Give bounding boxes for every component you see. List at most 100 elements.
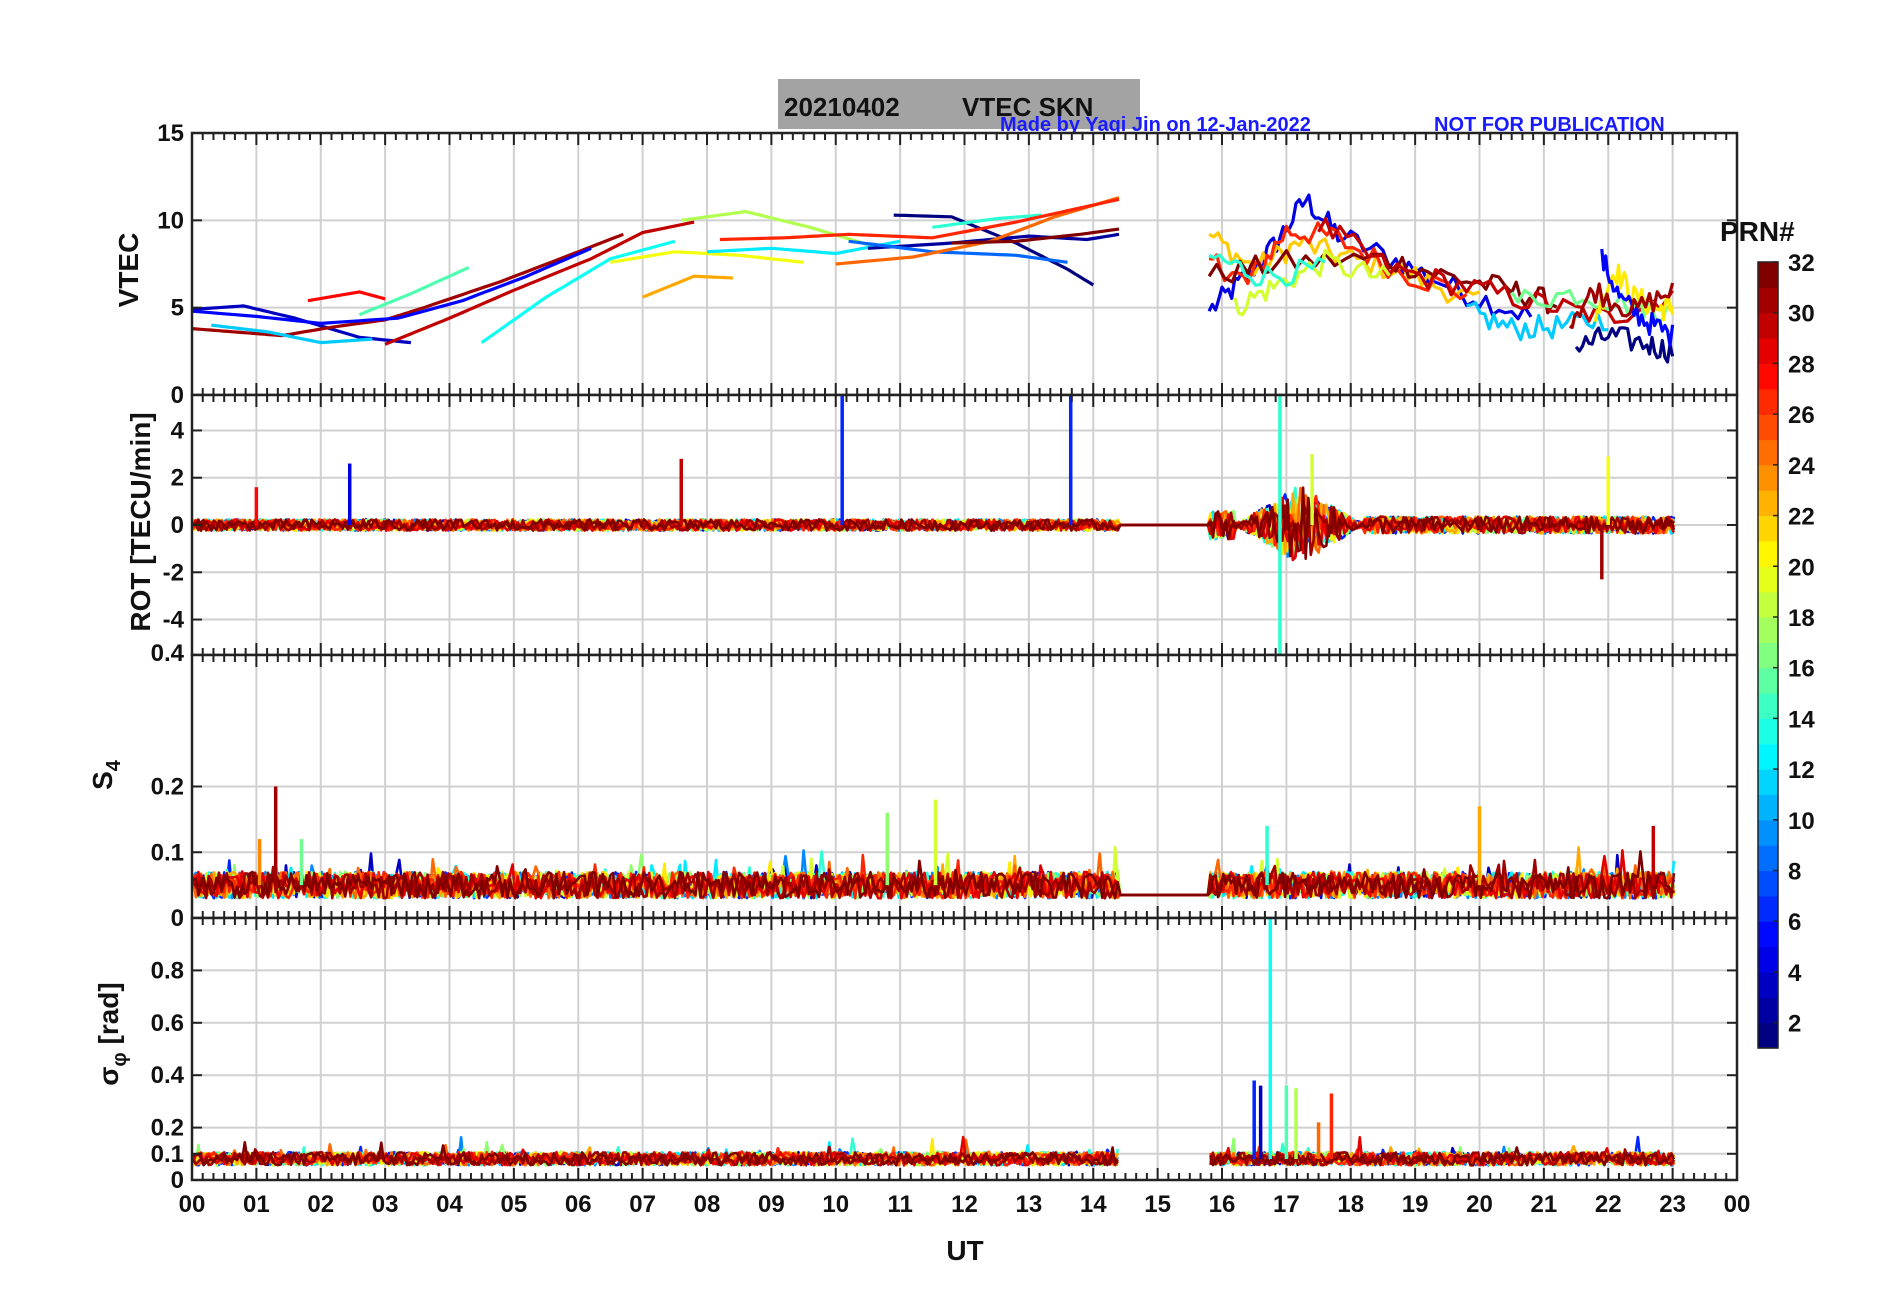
x-tick-label: 07 [629, 1191, 656, 1218]
x-tick-label: 11 [887, 1191, 912, 1218]
x-tick-label: 20 [1466, 1191, 1493, 1218]
colorbar-segment [1758, 464, 1778, 491]
colorbar-label: PRN# [1720, 216, 1795, 247]
colorbar-segment [1758, 743, 1778, 770]
colorbar-tick-label: 28 [1788, 351, 1815, 378]
colorbar-segment [1758, 642, 1778, 669]
colorbar-segment [1758, 921, 1778, 948]
x-tick-label: 18 [1337, 1191, 1364, 1218]
colorbar-segment [1758, 540, 1778, 567]
colorbar-segment [1758, 971, 1778, 998]
colorbar-segment [1758, 1022, 1778, 1049]
x-tick-label: 15 [1144, 1191, 1171, 1218]
ylabel-sigma-phi: σφ [rad] [93, 982, 131, 1085]
title-date: 20210402 [784, 92, 900, 122]
colorbar-segment [1758, 718, 1778, 745]
colorbar-segment [1758, 870, 1778, 897]
x-tick-label: 13 [1016, 1191, 1043, 1218]
colorbar-tick-label: 24 [1788, 453, 1815, 480]
y-tick-label: 10 [157, 207, 184, 234]
ylabel-s4: S4 [87, 759, 125, 790]
colorbar-tick-label: 32 [1788, 250, 1815, 277]
y-tick-label: 0 [171, 382, 184, 409]
colorbar-tick-label: 12 [1788, 757, 1815, 784]
colorbar-segment [1758, 769, 1778, 796]
y-tick-label: 4 [171, 417, 185, 444]
y-tick-label: 0 [171, 1167, 184, 1194]
colorbar-tick-label: 8 [1788, 859, 1801, 886]
colorbar-tick-label: 14 [1788, 706, 1815, 733]
colorbar-tick-label: 22 [1788, 504, 1815, 531]
x-tick-label: 09 [758, 1191, 785, 1218]
colorbar-tick-label: 26 [1788, 402, 1815, 429]
x-tick-label: 21 [1531, 1191, 1558, 1218]
colorbar-segment [1758, 997, 1778, 1024]
x-tick-label: 00 [1724, 1191, 1751, 1218]
y-tick-label: 5 [171, 295, 184, 322]
x-tick-label: 16 [1209, 1191, 1236, 1218]
ylabel-rot: ROT [TECU/min] [125, 412, 156, 631]
colorbar-tick-label: 2 [1788, 1011, 1801, 1038]
x-tick-label: 04 [436, 1191, 463, 1218]
x-tick-label: 00 [179, 1191, 206, 1218]
colorbar-segment [1758, 414, 1778, 441]
colorbar-segment [1758, 667, 1778, 694]
colorbar-tick-label: 4 [1788, 960, 1802, 987]
colorbar-segment [1758, 338, 1778, 365]
y-tick-label: 0.4 [151, 1062, 185, 1089]
y-tick-label: 0.1 [151, 839, 184, 866]
panel-sigma-phi: 00.10.2 0.4 0.6 0.8 [151, 916, 1739, 1194]
ylabel-vtec: VTEC [113, 233, 144, 308]
colorbar-segment [1758, 287, 1778, 314]
x-ticks: 00 01 02 03 04 05 06 07 08 09 10 11 12 13 14 15 16 17 18 19… [179, 1191, 1751, 1218]
x-tick-label: 02 [307, 1191, 334, 1218]
x-tick-label: 03 [372, 1191, 399, 1218]
y-tick-label: 0.2 [151, 1115, 184, 1142]
y-tick-label: 15 [157, 120, 184, 147]
x-tick-label: 22 [1595, 1191, 1622, 1218]
colorbar-segment [1758, 312, 1778, 339]
x-tick-label: 08 [694, 1191, 721, 1218]
x-tick-label: 17 [1273, 1191, 1300, 1218]
x-tick-label: 10 [822, 1191, 849, 1218]
y-tick-label: 0.6 [151, 1010, 184, 1037]
y-tick-label: 0.8 [151, 957, 184, 984]
figure-canvas: 20210402 VTEC SKN Made by Yaqi Jin on 12… [87, 79, 1815, 1266]
colorbar-tick-label: 10 [1788, 808, 1815, 835]
colorbar: 2468101214161820222426283032 [1757, 250, 1815, 1049]
x-tick-label: 23 [1659, 1191, 1686, 1218]
colorbar-tick-label: 30 [1788, 301, 1815, 328]
x-tick-label: 06 [565, 1191, 592, 1218]
colorbar-segment [1758, 566, 1778, 593]
colorbar-segment [1758, 591, 1778, 618]
y-tick-label: 0 [171, 905, 184, 932]
x-tick-label: 12 [951, 1191, 978, 1218]
colorbar-segment [1758, 845, 1778, 872]
colorbar-segment [1758, 616, 1778, 643]
y-tick-label: -2 [163, 559, 184, 586]
colorbar-segment [1758, 794, 1778, 821]
colorbar-tick-label: 16 [1788, 656, 1815, 683]
colorbar-segment [1758, 946, 1778, 973]
colorbar-tick-label: 20 [1788, 554, 1815, 581]
xlabel: UT [946, 1235, 983, 1266]
colorbar-tick-label: 6 [1788, 909, 1801, 936]
x-tick-label: 05 [501, 1191, 528, 1218]
y-tick-label: 0.4 [151, 640, 185, 667]
y-tick-label: 0.2 [151, 774, 184, 801]
panel-s4: 0 0.1 0.2 0.4 [151, 640, 1739, 932]
y-tick-label: 0 [171, 512, 184, 539]
x-tick-label: 19 [1402, 1191, 1429, 1218]
y-tick-label: 0.1 [151, 1141, 184, 1168]
colorbar-segment [1758, 388, 1778, 415]
colorbar-segment [1758, 262, 1778, 288]
colorbar-segment [1758, 515, 1778, 542]
svg-text:σφ [rad]: σφ [rad] [93, 982, 131, 1085]
colorbar-segment [1758, 693, 1778, 719]
y-tick-label: 2 [171, 465, 184, 492]
x-tick-label: 01 [243, 1191, 270, 1218]
colorbar-segment [1758, 363, 1778, 390]
colorbar-segment [1758, 819, 1778, 846]
colorbar-segment [1758, 439, 1778, 466]
colorbar-tick-label: 18 [1788, 605, 1815, 632]
